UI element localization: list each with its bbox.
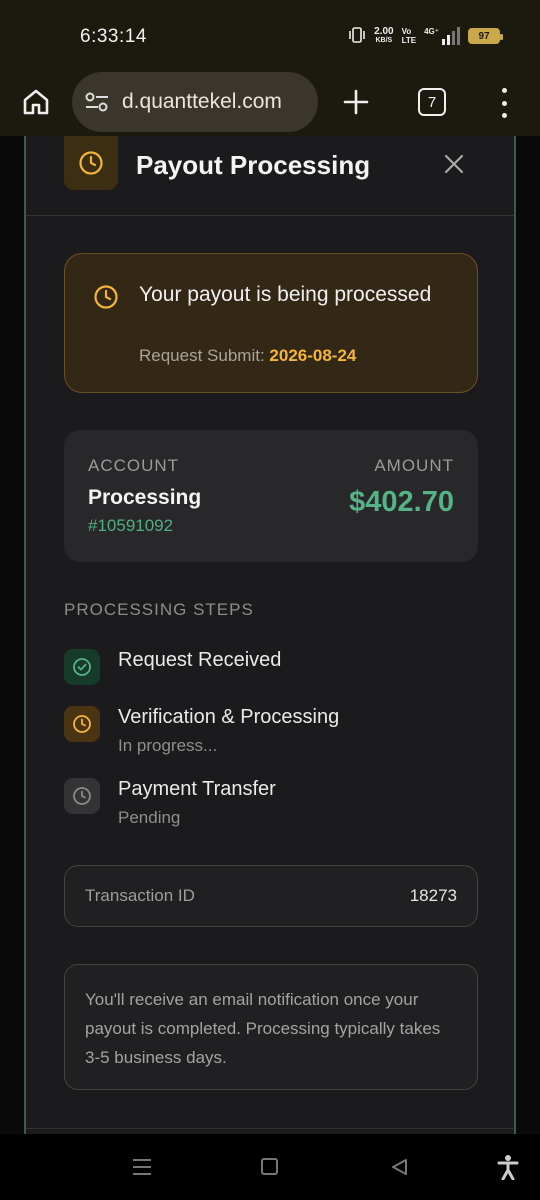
accessibility-icon[interactable] [497,1154,519,1181]
status-bar: 6:33:14 2.00 KB/S Vo LTE 4G⁺ 97 [0,0,540,72]
step-status: In progress... [118,736,218,755]
status-time: 6:33:14 [80,26,147,47]
header-icon-box [64,136,118,190]
account-card: ACCOUNT AMOUNT Processing #10591092 $402… [64,430,478,562]
new-tab-button[interactable] [342,88,370,116]
transaction-id-box: Transaction ID 18273 [64,865,478,927]
net-speed-value: 2.00 [374,26,394,37]
volte-bottom: LTE [401,36,417,45]
web-page: Payout Processing Your payout is being p… [0,136,540,1134]
step-status: Pending [118,808,181,827]
tabs-button[interactable]: 7 [418,88,446,116]
battery-icon: 97 [468,28,503,44]
transaction-id-value[interactable]: 18273 [410,886,457,906]
battery-level: 97 [478,30,490,42]
notice-subtitle: Request Submit: 2026-08-24 [139,346,356,366]
request-submit-label: Request Submit: [139,346,265,365]
tab-count: 7 [427,93,437,111]
step-title: Verification & Processing [118,706,340,728]
account-label: ACCOUNT [88,456,180,475]
footer-divider [26,1128,514,1129]
processing-notice: Your payout is being processed Request S… [64,253,478,393]
vibrate-icon [348,26,366,46]
network-type: 4G⁺ [424,27,439,36]
payout-modal: Payout Processing Your payout is being p… [24,136,516,1134]
modal-header: Payout Processing [26,136,514,216]
account-status: Processing [88,486,202,509]
status-icons: 2.00 KB/S Vo LTE 4G⁺ 97 [348,24,503,48]
recents-icon[interactable] [132,1158,152,1176]
step-title: Request Received [118,649,282,671]
clock-icon [64,778,100,814]
request-submit-date: 2026-08-24 [269,346,357,365]
site-settings-icon[interactable] [84,91,110,113]
net-speed-unit: KB/S [375,37,393,44]
info-text: You'll receive an email notification onc… [85,990,441,1067]
clock-icon [64,706,100,742]
volte-top: Vo [401,27,412,36]
system-nav-bar [0,1134,540,1200]
clock-icon [93,284,119,310]
net-speed: 2.00 KB/S [374,27,393,45]
amount-label: AMOUNT [374,456,454,475]
url-text: d.quanttekel.com [122,90,282,113]
plus-icon [343,89,369,115]
address-bar[interactable]: d.quanttekel.com [72,72,318,132]
signal-bar [447,35,450,45]
close-icon[interactable] [440,150,468,178]
step-title: Payment Transfer [118,778,276,800]
signal-bar [457,27,460,45]
check-circle-icon [64,649,100,685]
steps-heading: PROCESSING STEPS [64,600,254,619]
home-icon[interactable] [20,86,52,118]
signal-bar [452,31,455,45]
volte-indicator: Vo LTE [402,27,417,45]
home-nav-icon[interactable] [261,1158,278,1175]
account-id: #10591092 [88,516,174,535]
info-box: You'll receive an email notification onc… [64,964,478,1090]
clock-icon [79,151,103,175]
browser-toolbar: d.quanttekel.com 7 [0,72,540,136]
payout-amount: $402.70 [349,486,454,518]
transaction-id-label: Transaction ID [85,886,195,905]
modal-title: Payout Processing [136,150,371,180]
signal-icon: 4G⁺ [424,27,460,45]
back-icon[interactable] [390,1158,408,1176]
more-vert-icon[interactable] [494,88,514,118]
signal-bar [442,39,445,45]
notice-title: Your payout is being processed [139,283,432,306]
